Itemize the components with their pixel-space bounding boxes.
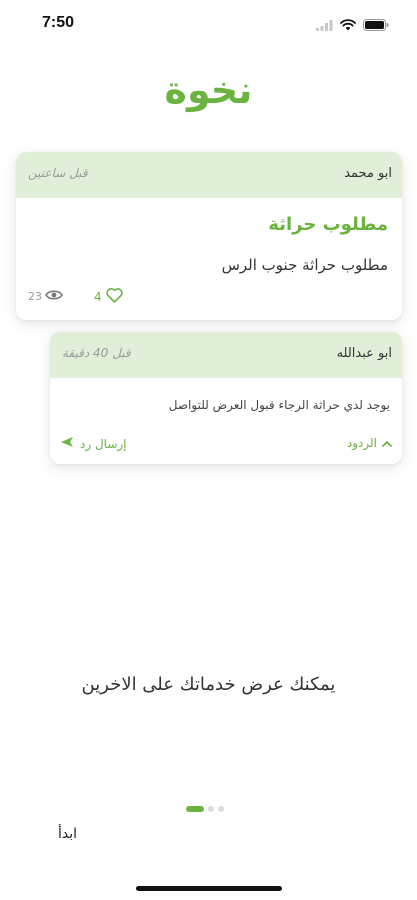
status-icons [316,16,389,35]
post-body: مطلوب حراثة جنوب الرس [221,256,388,274]
post-author: ابو محمد [344,166,392,181]
replies-label: الردود [346,436,377,450]
post-time: قبل ساعتين [28,166,88,180]
reply-body: يوجد لدي حراثة الرجاء قبول العرض للتواصل [168,398,390,412]
start-button[interactable]: ابدأ [58,826,77,842]
like-button[interactable]: 4 [94,288,123,306]
signal-icon [316,16,333,35]
send-icon [60,436,74,451]
eye-icon [45,289,63,304]
reply-card[interactable]: ابو عبدالله قبل 40 دقيقة يوجد لدي حراثة … [50,332,402,464]
replies-toggle[interactable]: الردود [347,436,392,450]
page-indicator [186,806,224,812]
heart-icon [105,288,123,306]
post-card-header: ابو محمد قبل ساعتين [16,152,402,198]
status-time: 7:50 [42,14,75,31]
views-count-label: 23 [28,290,42,303]
app-title: نخوة [164,68,253,112]
page-dot [208,806,214,812]
page-dot-active [186,806,204,812]
onboarding-text: يمكنك عرض خدماتك على الاخرين [81,674,336,695]
reply-card-header: ابو عبدالله قبل 40 دقيقة [50,332,402,378]
status-bar: 7:50 [0,0,417,50]
post-title: مطلوب حراثة [268,214,388,235]
likes-count-label: 4 [94,290,102,304]
home-indicator [136,886,282,891]
views-count: 23 [28,289,63,304]
battery-icon [363,16,389,35]
reply-time: قبل 40 دقيقة [62,346,131,360]
page-dot [218,806,224,812]
wifi-icon [340,16,356,35]
send-reply-label: إرسال رد [80,436,127,451]
send-reply-button[interactable]: إرسال رد [60,436,127,451]
reply-author: ابو عبدالله [336,346,392,361]
chevron-up-icon [382,436,392,450]
post-card[interactable]: ابو محمد قبل ساعتين مطلوب حراثة مطلوب حر… [16,152,402,320]
